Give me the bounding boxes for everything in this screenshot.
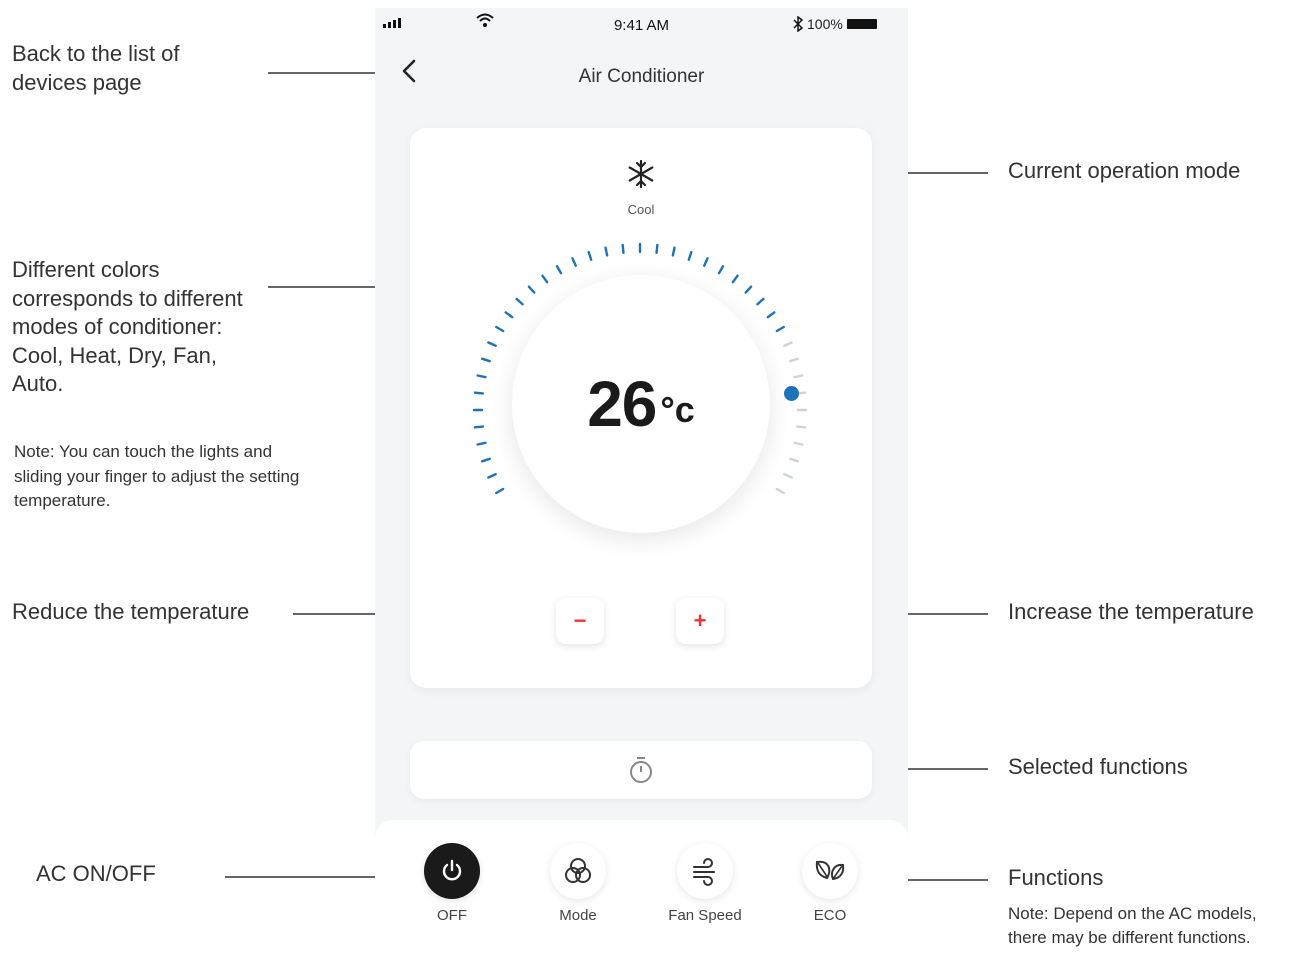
power-circle[interactable]	[424, 843, 480, 899]
annotation-colors: Different colors corresponds to differen…	[12, 257, 243, 397]
annotation-colors-note: Note: You can touch the lights and slidi…	[14, 442, 300, 511]
mode-circle[interactable]	[550, 843, 606, 899]
dial-tick	[793, 441, 804, 446]
dial-tick	[487, 341, 497, 347]
dial-tick	[495, 487, 505, 495]
mode-button[interactable]: Mode	[523, 843, 633, 924]
dial-tick	[671, 246, 676, 257]
dial-tick	[703, 257, 709, 267]
thermostat-card: Cool 26 °c − +	[410, 128, 872, 688]
power-icon	[442, 859, 462, 881]
annotation-functions-note: Note: Depend on the AC models, there may…	[1008, 904, 1257, 947]
function-toolbar: OFF Mode Fan Speed ECO	[375, 820, 908, 977]
temperature-display: 26 °c	[512, 275, 770, 533]
bluetooth-icon	[793, 16, 803, 32]
page-title: Air Conditioner	[578, 66, 705, 87]
dial-tick	[476, 441, 487, 446]
dial-tick	[495, 325, 505, 333]
annotation-reduce: Reduce the temperature	[12, 599, 250, 624]
status-battery: 100%	[793, 16, 877, 32]
dial-tick	[476, 374, 487, 379]
leader-line-back	[268, 72, 388, 74]
increase-temperature-button[interactable]: +	[676, 598, 724, 644]
dial-tick	[604, 246, 609, 257]
dial-tick	[789, 457, 800, 463]
dial-tick	[775, 325, 785, 333]
power-label: OFF	[437, 907, 467, 924]
mode-label-button: Mode	[559, 907, 597, 924]
dial-tick	[793, 374, 804, 379]
dial-tick	[571, 257, 577, 267]
eco-label: ECO	[813, 907, 847, 924]
dial-tick	[783, 341, 793, 347]
dial-tick	[795, 425, 807, 429]
dial-tick	[783, 473, 793, 479]
dial-tick	[487, 473, 497, 479]
dial-tick	[587, 250, 593, 261]
mode-label: Cool	[627, 202, 655, 217]
fan-speed-circle[interactable]	[677, 843, 733, 899]
annotation-current-mode: Current operation mode	[1008, 158, 1241, 183]
dial-tick	[655, 243, 659, 255]
dial-tick	[621, 243, 625, 255]
fan-speed-button[interactable]: Fan Speed	[650, 843, 760, 924]
snowflake-icon	[628, 159, 654, 189]
mode-icon	[565, 858, 591, 883]
eco-button[interactable]: ECO	[775, 843, 885, 924]
selected-functions-bar	[410, 741, 872, 799]
annotation-onoff: AC ON/OFF	[36, 861, 156, 886]
power-button[interactable]: OFF	[397, 843, 507, 924]
dial-tick	[480, 357, 491, 363]
battery-icon	[846, 19, 877, 29]
dial-tick	[473, 425, 485, 429]
phone-screen: 9:41 AM 100% Air Conditioner Cool 26 °c …	[375, 8, 908, 977]
dial-tick	[775, 487, 785, 495]
annotation-functions: Functions	[1008, 865, 1104, 890]
annotation-selected: Selected functions	[1008, 754, 1188, 779]
timer-icon[interactable]	[627, 755, 655, 785]
dial-tick	[555, 265, 563, 275]
temperature-slider-handle[interactable]	[784, 386, 799, 401]
fan-speed-label: Fan Speed	[668, 907, 742, 924]
wind-icon	[693, 858, 715, 886]
eco-circle[interactable]	[802, 843, 858, 899]
leaf-icon	[815, 860, 845, 881]
dial-tick	[687, 250, 693, 261]
battery-percent: 100%	[807, 16, 843, 32]
dial-tick	[717, 265, 725, 275]
dial-tick	[473, 391, 485, 395]
temperature-value: 26	[587, 368, 657, 440]
decrease-temperature-button[interactable]: −	[556, 598, 604, 644]
dial-tick	[480, 457, 491, 463]
annotation-increase: Increase the temperature	[1008, 599, 1254, 624]
dial-tick	[789, 357, 800, 363]
temperature-unit: °c	[660, 389, 695, 430]
annotation-back: Back to the list of devices page	[12, 41, 180, 95]
